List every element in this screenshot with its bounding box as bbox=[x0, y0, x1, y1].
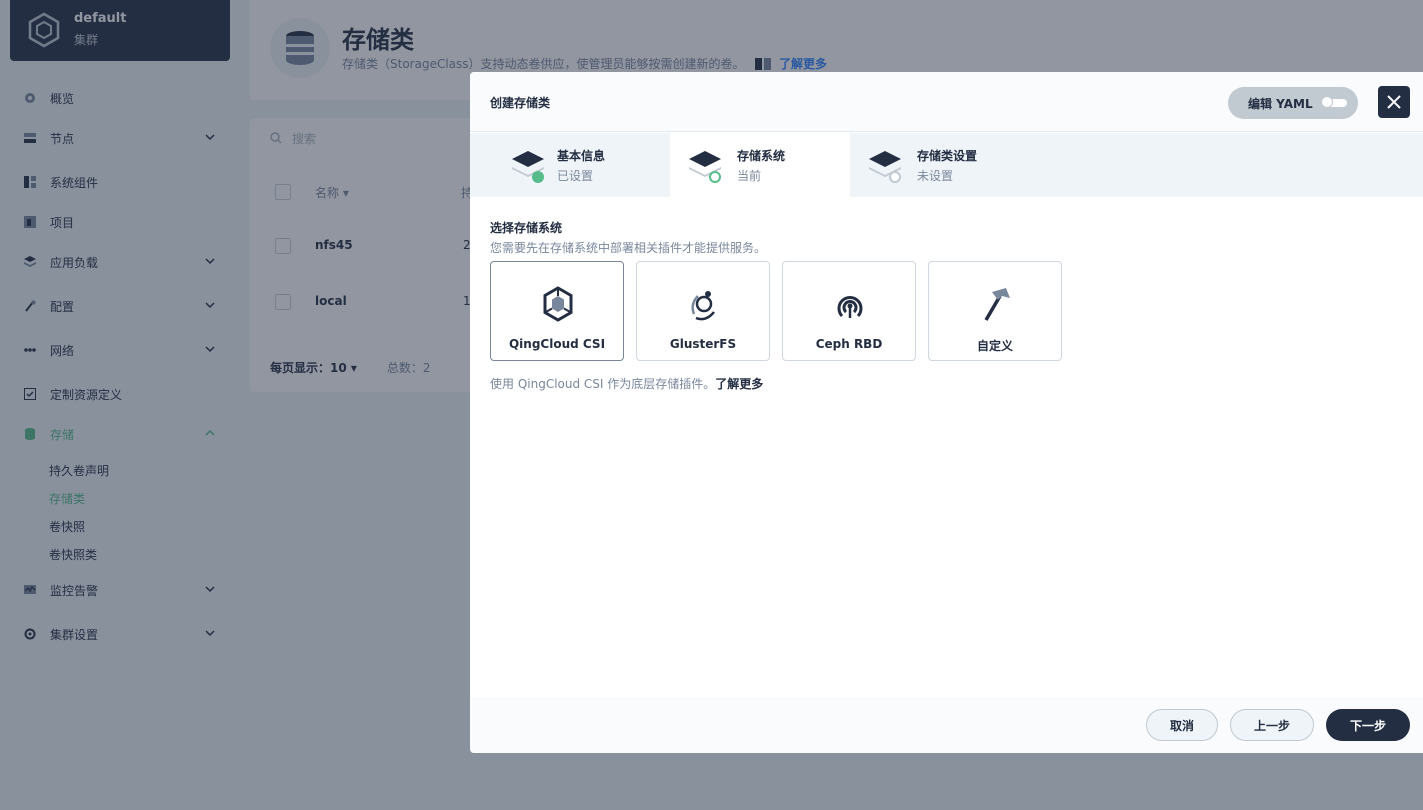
storage-option-label: 自定义 bbox=[976, 339, 1013, 353]
storage-note-text: 使用 QingCloud CSI 作为底层存储插件。 bbox=[490, 377, 716, 391]
previous-button[interactable]: 上一步 bbox=[1230, 709, 1314, 741]
modal-title: 创建存储类 bbox=[490, 96, 551, 110]
layers-icon bbox=[689, 151, 721, 183]
ceph-icon bbox=[837, 296, 863, 318]
storage-option-ceph-rbd[interactable]: Ceph RBD bbox=[782, 261, 916, 361]
step-status: 当前 bbox=[737, 169, 762, 183]
edit-yaml-label: 编辑 YAML bbox=[1248, 96, 1313, 111]
storage-note: 使用 QingCloud CSI 作为底层存储插件。了解更多 bbox=[490, 375, 763, 392]
modal-header: 创建存储类 编辑 YAML bbox=[470, 72, 1423, 132]
close-icon bbox=[1387, 95, 1401, 109]
layers-icon bbox=[512, 151, 544, 183]
glusterfs-icon bbox=[691, 291, 715, 321]
step-storageclass-settings[interactable]: 存储类设置 未设置 bbox=[850, 133, 1030, 197]
step-basic-info[interactable]: 基本信息 已设置 bbox=[490, 133, 670, 197]
step-status: 已设置 bbox=[557, 169, 594, 183]
storage-option-custom[interactable]: 自定义 bbox=[928, 261, 1062, 361]
qingcloud-icon bbox=[543, 286, 573, 322]
section-title: 选择存储系统 bbox=[490, 221, 563, 235]
step-storage-system[interactable]: 存储系统 当前 bbox=[670, 133, 850, 197]
storage-option-glusterfs[interactable]: GlusterFS bbox=[636, 261, 770, 361]
toggle-switch[interactable] bbox=[1320, 96, 1347, 108]
step-status: 未设置 bbox=[917, 169, 954, 183]
cancel-button[interactable]: 取消 bbox=[1146, 709, 1218, 741]
step-label: 存储类设置 bbox=[917, 149, 978, 163]
close-modal-button[interactable] bbox=[1378, 86, 1410, 118]
step-label: 存储系统 bbox=[737, 149, 786, 163]
next-button[interactable]: 下一步 bbox=[1326, 709, 1410, 741]
storage-option-label: GlusterFS bbox=[669, 337, 737, 351]
layers-icon bbox=[869, 151, 901, 183]
modal-footer: 取消 上一步 下一步 bbox=[470, 697, 1423, 753]
storage-option-qingcloud-csi[interactable]: QingCloud CSI bbox=[490, 261, 624, 361]
storage-option-label: Ceph RBD bbox=[815, 337, 883, 351]
step-tabs: 基本信息 已设置 存储系统 当前 存储类设置 未设置 bbox=[470, 133, 1423, 197]
hammer-icon bbox=[984, 288, 1010, 321]
edit-yaml-toggle[interactable]: 编辑 YAML bbox=[1228, 87, 1358, 119]
section-description: 您需要先在存储系统中部署相关插件才能提供服务。 bbox=[490, 241, 767, 255]
storage-option-label: QingCloud CSI bbox=[508, 337, 606, 351]
step-label: 基本信息 bbox=[557, 149, 606, 163]
storage-note-learn-more[interactable]: 了解更多 bbox=[715, 377, 763, 391]
create-storageclass-modal: 创建存储类 编辑 YAML 基本信息 已设置 存储系统 当前 存储类设置 未设置… bbox=[470, 72, 1423, 753]
